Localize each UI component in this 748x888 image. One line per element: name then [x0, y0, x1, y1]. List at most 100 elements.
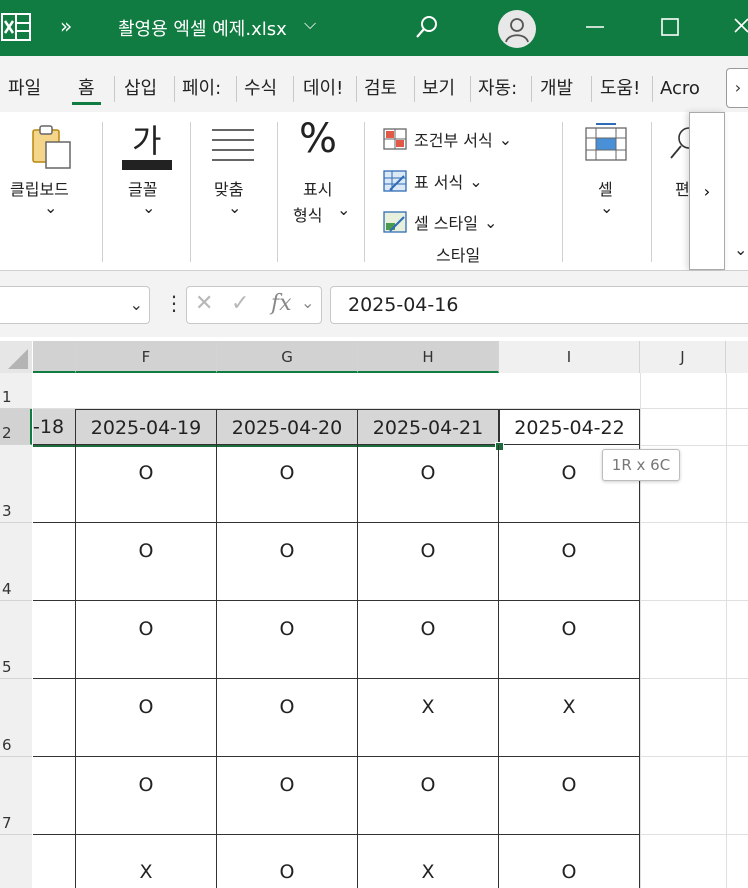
cell-f5[interactable]: O	[76, 601, 217, 679]
cell-i2[interactable]: 2025-04-22	[499, 409, 640, 445]
cell-h3[interactable]: O	[358, 445, 499, 523]
cell-f6[interactable]: O	[76, 679, 217, 757]
tab-review[interactable]: 검토	[358, 76, 403, 102]
chevron-down-icon[interactable]: ⌄	[301, 293, 314, 312]
formula-bar-handle[interactable]: ⋮	[164, 291, 184, 315]
cell-h5[interactable]: O	[358, 601, 499, 679]
column-header-h[interactable]: H	[358, 341, 499, 373]
row-header-5[interactable]: 5	[0, 601, 32, 679]
cell-e7[interactable]	[33, 757, 76, 835]
cell-i7[interactable]: O	[499, 757, 640, 835]
cell-h4[interactable]: O	[358, 523, 499, 601]
cell-e6[interactable]	[33, 679, 76, 757]
row-header-6[interactable]: 6	[0, 679, 32, 757]
enter-icon[interactable]: ✓	[231, 291, 249, 316]
number-format-group[interactable]: % 표시 형식 ⌄	[279, 112, 363, 270]
cell-h6[interactable]: X	[358, 679, 499, 757]
worksheet-grid[interactable]: F G H I J 1 2 3 4 5 6 7 -18 2025-04-19 2…	[0, 339, 748, 888]
select-all-corner[interactable]	[0, 341, 32, 373]
conditional-format-button[interactable]: 조건부 서식 ⌄	[382, 126, 512, 152]
cell-g5[interactable]: O	[217, 601, 358, 679]
column-header-i[interactable]: I	[499, 341, 640, 373]
alignment-group[interactable]: 맞춤 ⌄	[192, 112, 276, 270]
cell-styles-button[interactable]: 셀 스타일 ⌄	[382, 209, 497, 235]
cell-i5[interactable]: O	[499, 601, 640, 679]
cell-g7[interactable]: O	[217, 757, 358, 835]
column-header-j[interactable]: J	[640, 341, 726, 373]
cell-e5[interactable]	[33, 601, 76, 679]
tab-file[interactable]: 파일	[2, 76, 47, 102]
group-divider	[651, 122, 652, 262]
tab-acrobat[interactable]: Acro	[654, 76, 706, 102]
more-commands-button[interactable]: »	[60, 14, 72, 38]
maximize-icon[interactable]	[655, 12, 685, 42]
search-icon[interactable]	[414, 14, 440, 40]
cell-h7[interactable]: O	[358, 757, 499, 835]
column-header-g[interactable]: G	[217, 341, 358, 373]
tab-automate[interactable]: 자동:	[472, 76, 523, 102]
find-icon	[670, 127, 689, 159]
row-header-7[interactable]: 7	[0, 757, 32, 835]
cell-e3[interactable]	[33, 445, 76, 523]
row-header-1[interactable]: 1	[0, 373, 32, 409]
row-header-8[interactable]	[0, 835, 32, 888]
clipboard-group[interactable]: 클립보드 ⌄	[0, 112, 100, 270]
tab-insert[interactable]: 삽입	[118, 76, 163, 102]
tab-page-layout[interactable]: 페이:	[176, 76, 227, 102]
gridline	[640, 445, 748, 446]
tabs-scroll-right-button[interactable]: ›	[726, 68, 748, 108]
close-icon[interactable]	[728, 12, 748, 42]
cell-h2[interactable]: 2025-04-21	[358, 409, 499, 445]
cell-g8[interactable]: O	[217, 835, 358, 888]
cell-g4[interactable]: O	[217, 523, 358, 601]
format-as-table-button[interactable]: 표 서식 ⌄	[382, 168, 483, 194]
cell-f2[interactable]: 2025-04-19	[76, 409, 217, 445]
formula-input[interactable]: 2025-04-16	[330, 286, 748, 324]
ribbon-scroll-right-button[interactable]: ›	[689, 112, 725, 270]
cell-e2[interactable]: -18	[33, 409, 76, 445]
row-header-2[interactable]: 2	[0, 409, 32, 445]
file-name[interactable]: 촬영용 엑셀 예제.xlsx	[118, 15, 287, 41]
cell-f3[interactable]: O	[76, 445, 217, 523]
tab-view[interactable]: 보기	[416, 76, 461, 102]
chevron-down-icon[interactable]: ⌄	[734, 240, 747, 259]
name-box[interactable]: ⌄	[0, 286, 150, 324]
column-header-k[interactable]	[726, 341, 748, 373]
editing-group[interactable]: 편	[653, 112, 689, 270]
column-header-f[interactable]: F	[76, 341, 217, 373]
chevron-down-icon: ⌄	[498, 129, 513, 149]
gridline	[726, 373, 727, 888]
cancel-icon[interactable]: ✕	[195, 291, 213, 316]
chevron-down-icon[interactable]: ⌄	[130, 295, 143, 314]
cell-f7[interactable]: O	[76, 757, 217, 835]
ribbon: 클립보드 ⌄ 가 글꼴 ⌄ 맞춤 ⌄ % 표시 형식 ⌄ 조건부 서식 ⌄ 표 …	[0, 112, 748, 271]
column-header-e[interactable]	[33, 341, 76, 373]
cell-g6[interactable]: O	[217, 679, 358, 757]
excel-icon[interactable]	[0, 12, 32, 42]
cell-h8[interactable]: X	[358, 835, 499, 888]
tab-developer[interactable]: 개발	[534, 76, 579, 102]
cell-i6[interactable]: X	[499, 679, 640, 757]
cell-e8[interactable]	[33, 835, 76, 888]
font-group[interactable]: 가 글꼴 ⌄	[104, 112, 190, 270]
row-header-4[interactable]: 4	[0, 523, 32, 601]
tab-help[interactable]: 도움!	[594, 76, 646, 102]
cell-f8[interactable]: X	[76, 835, 217, 888]
cell-f4[interactable]: O	[76, 523, 217, 601]
cell-i8[interactable]: O	[499, 835, 640, 888]
group-divider	[562, 122, 563, 262]
minimize-icon[interactable]	[580, 12, 610, 42]
tab-formulas[interactable]: 수식	[238, 76, 283, 102]
chevron-down-icon[interactable]: ⌵	[304, 14, 316, 34]
tab-home[interactable]: 홈	[72, 76, 101, 105]
cell-e4[interactable]	[33, 523, 76, 601]
cell-g3[interactable]: O	[217, 445, 358, 523]
chevron-down-icon: ⌄	[44, 198, 58, 217]
avatar-icon[interactable]	[498, 10, 536, 48]
cells-group[interactable]: 셀 ⌄	[564, 112, 650, 270]
cell-i4[interactable]: O	[499, 523, 640, 601]
insert-function-icon[interactable]: fx	[271, 291, 292, 316]
tab-data[interactable]: 데이!	[297, 76, 349, 102]
cell-g2[interactable]: 2025-04-20	[217, 409, 358, 445]
row-header-3[interactable]: 3	[0, 445, 32, 523]
